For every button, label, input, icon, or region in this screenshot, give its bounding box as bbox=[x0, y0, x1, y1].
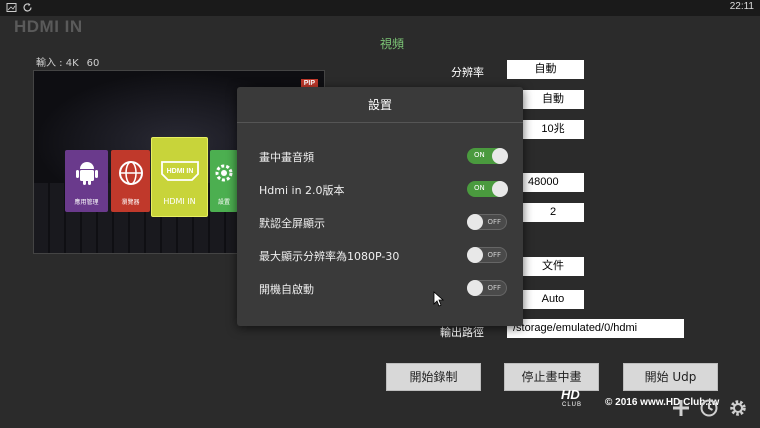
app-title: HDMI IN bbox=[14, 17, 83, 36]
gear-icon bbox=[215, 164, 233, 182]
dialog-row-autostart[interactable]: 開機自啟動 OFF bbox=[259, 279, 507, 299]
gear-icon[interactable] bbox=[728, 398, 748, 418]
plus-icon[interactable] bbox=[671, 398, 691, 418]
section-title: 視頻 bbox=[380, 37, 405, 51]
output-path-field[interactable]: /storage/emulated/0/hdmi bbox=[507, 319, 684, 338]
hdmi20-toggle[interactable]: ON bbox=[467, 181, 508, 197]
tile-hdmi-in: HDMI IN HDMI IN bbox=[151, 137, 208, 217]
screenshot-icon bbox=[6, 3, 17, 12]
resolution-label: 分辨率 bbox=[451, 66, 484, 79]
tile-label: 瀏覽器 bbox=[121, 199, 140, 206]
setting-value-3[interactable]: 10兆 bbox=[522, 120, 584, 139]
hdclub-logo: HDCLUB bbox=[561, 387, 582, 407]
input-resolution: 輸入 : 4K bbox=[36, 58, 79, 69]
clock: 22:11 bbox=[729, 1, 754, 12]
dialog-row-label: 默認全屏顯示 bbox=[259, 217, 325, 230]
settings-dialog: 設置 畫中畫音頻 ON Hdmi in 2.0版本 ON 默認全屏顯示 OFF … bbox=[237, 87, 523, 326]
output-path-label: 輸出路徑 bbox=[440, 326, 484, 339]
tile-label: HDMI IN bbox=[163, 197, 196, 206]
tile-label: 應用管理 bbox=[74, 199, 99, 206]
input-rate: 60 bbox=[86, 58, 100, 69]
dialog-row-fullscreen[interactable]: 默認全屏顯示 OFF bbox=[259, 213, 507, 233]
dialog-row-label: Hdmi in 2.0版本 bbox=[259, 184, 345, 197]
globe-icon bbox=[118, 161, 143, 185]
setting-value-2[interactable]: 自動 bbox=[522, 90, 584, 109]
setting-value-4[interactable]: 48000 bbox=[522, 173, 584, 192]
dialog-row-label: 最大顯示分辨率為1080P-30 bbox=[259, 250, 400, 263]
android-icon bbox=[75, 162, 98, 185]
tile-app-manager: 應用管理 bbox=[65, 150, 108, 212]
dialog-title: 設置 bbox=[237, 87, 523, 123]
clock-icon[interactable] bbox=[699, 398, 719, 418]
dialog-row-hdmi20[interactable]: Hdmi in 2.0版本 ON bbox=[259, 180, 508, 200]
mouse-cursor-icon bbox=[433, 291, 445, 307]
autostart-toggle[interactable]: OFF bbox=[467, 280, 507, 296]
hdmi-port-icon: HDMI IN bbox=[160, 161, 199, 181]
resolution-select[interactable]: 自動 bbox=[507, 60, 584, 79]
start-record-button[interactable]: 開始錄制 bbox=[386, 363, 481, 391]
dialog-row-label: 開機自啟動 bbox=[259, 283, 314, 296]
svg-text:HD: HD bbox=[561, 387, 580, 402]
tile-settings: 設置 bbox=[210, 150, 238, 212]
svg-text:HDMI IN: HDMI IN bbox=[166, 168, 193, 175]
dialog-row-label: 畫中畫音頻 bbox=[259, 151, 314, 164]
input-info: 輸入 : 4K 60 bbox=[36, 54, 107, 69]
max-res-toggle[interactable]: OFF bbox=[467, 247, 507, 263]
tile-browser: 瀏覽器 bbox=[111, 150, 150, 212]
sync-icon bbox=[23, 3, 32, 12]
setting-value-6[interactable]: 文件 bbox=[522, 257, 584, 276]
setting-value-5[interactable]: 2 bbox=[522, 203, 584, 222]
dialog-row-max-res[interactable]: 最大顯示分辨率為1080P-30 OFF bbox=[259, 246, 507, 266]
status-bar: 22:11 bbox=[0, 0, 760, 16]
tile-label: 設置 bbox=[217, 199, 230, 206]
svg-text:CLUB: CLUB bbox=[562, 402, 582, 407]
dialog-row-pip-audio[interactable]: 畫中畫音頻 ON bbox=[259, 147, 508, 167]
fullscreen-toggle[interactable]: OFF bbox=[467, 214, 507, 230]
pip-audio-toggle[interactable]: ON bbox=[467, 148, 508, 164]
setting-value-7[interactable]: Auto bbox=[522, 290, 584, 309]
start-udp-button[interactable]: 開始 Udp bbox=[623, 363, 718, 391]
